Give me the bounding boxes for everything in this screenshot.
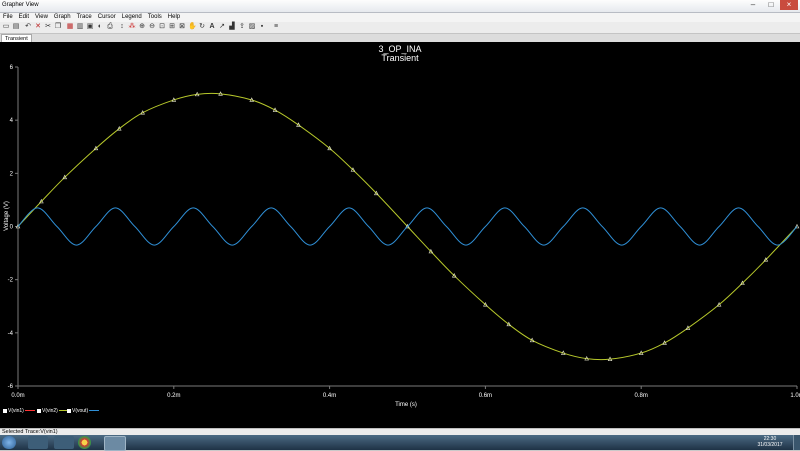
taskbar: 22:30 31/03/2017	[0, 435, 800, 451]
x-tick-label: 1.0m	[790, 393, 800, 399]
graph-subtitle: Transient	[381, 53, 419, 63]
checkbox-icon[interactable]	[37, 408, 41, 413]
maximize-button[interactable]: □	[762, 0, 780, 10]
zoom-fit-icon[interactable]: ⊞	[168, 23, 176, 31]
zoom-full-icon[interactable]: ⊠	[178, 23, 186, 31]
legend-label: V(vout)	[72, 408, 89, 414]
delete-icon[interactable]: ✕	[34, 23, 42, 31]
menu-trace[interactable]: Trace	[74, 13, 95, 22]
clock-date: 31/03/2017	[757, 442, 783, 448]
grapher-taskbar-icon[interactable]	[104, 436, 126, 451]
3d-icon[interactable]: ▟	[228, 23, 236, 31]
menu-legend[interactable]: Legend	[119, 13, 145, 22]
zoom-in-icon[interactable]: ⊕	[138, 23, 146, 31]
image-icon[interactable]: ▨	[248, 23, 256, 31]
minimize-button[interactable]: –	[744, 0, 762, 10]
tick-labels: 6 4 2 0 -2 -4 -6 0.0m 0.2m 0.4m 0.6m 0.8m 1.0m	[8, 65, 800, 399]
legend-swatch	[89, 410, 100, 412]
grid-toggle-icon[interactable]: ▥	[76, 23, 84, 31]
menu-edit[interactable]: Edit	[16, 13, 32, 22]
menu-file[interactable]: File	[0, 13, 16, 22]
legend-icon[interactable]: ▣	[86, 23, 94, 31]
legend-label: V(vin2)	[42, 408, 58, 414]
x-axis-label: Time (s)	[395, 402, 417, 408]
refresh-icon[interactable]: ↻	[198, 23, 206, 31]
menu-cursor[interactable]: Cursor	[95, 13, 119, 22]
toolbar: ▭ ▤ ↶ ✕ ✂ ❐ ▦ ▥ ▣ ◐ ⎙ ↕ ⁂ ⊕ ⊖ ⊡ ⊞ ⊠ ✋ ↻ …	[0, 22, 800, 34]
clock[interactable]: 22:30 31/03/2017	[750, 436, 790, 448]
tab-strip: Transient	[0, 34, 800, 43]
x-tick-label: 0.0m	[11, 393, 24, 399]
zoom-area-icon[interactable]: ⊡	[158, 23, 166, 31]
menu-graph[interactable]: Graph	[51, 13, 74, 22]
x-tick-label: 0.2m	[167, 393, 180, 399]
y-tick-label: 4	[10, 118, 14, 124]
y-tick-label: -6	[8, 384, 14, 390]
palette-icon[interactable]: ◐	[96, 23, 104, 31]
series-line-v-vout	[17, 207, 798, 246]
copy-icon[interactable]: ❐	[54, 23, 62, 31]
y-tick-label: 6	[10, 65, 14, 71]
cursor-icon[interactable]: ↕	[118, 23, 126, 31]
zoom-out-icon[interactable]: ⊖	[148, 23, 156, 31]
window-title: Grapher View	[2, 2, 39, 8]
text-icon[interactable]: A	[208, 23, 216, 31]
y-tick-label: -2	[8, 278, 14, 284]
title-bar: Grapher View – □ ×	[0, 0, 800, 13]
menu-help[interactable]: Help	[165, 13, 183, 22]
legend-swatch	[24, 410, 35, 412]
y-tick-label: 2	[10, 171, 14, 177]
menu-tools[interactable]: Tools	[145, 13, 165, 22]
legend-item-vin1[interactable]: V(vin1)	[3, 407, 35, 415]
transient-chart[interactable]: 3_OP_INA Transient 6420-2-4-60.0m 0.2m 0.4…	[0, 42, 800, 428]
legend-item-vout[interactable]: V(vout)	[67, 407, 100, 415]
x-tick-label: 0.8m	[635, 393, 648, 399]
save-icon[interactable]: ▪	[258, 23, 266, 31]
checkbox-icon[interactable]	[3, 408, 7, 413]
series-group	[15, 91, 800, 361]
menu-bar: File Edit View Graph Trace Cursor Legend Tools H…	[0, 13, 800, 22]
graph-area[interactable]: 3_OP_INA Transient 6 4 2 0 -2 -4 -6 0.0m 0.2m 0.4…	[0, 42, 800, 428]
start-icon[interactable]	[2, 436, 16, 449]
grid-icon[interactable]: ▦	[66, 23, 74, 31]
app-taskbar-icon[interactable]	[54, 436, 74, 449]
legend-label: V(vin1)	[8, 408, 24, 414]
explorer-taskbar-icon[interactable]	[28, 436, 48, 449]
export-icon[interactable]: ⇪	[238, 23, 246, 31]
chrome-icon[interactable]	[78, 436, 91, 449]
arrow-icon[interactable]: ↗	[218, 23, 226, 31]
open-icon[interactable]: ▤	[12, 23, 20, 31]
legend-item-vin2[interactable]: V(vin2)	[37, 407, 69, 415]
y-axis-label: Voltage (V)	[4, 201, 10, 231]
checkbox-icon[interactable]	[67, 408, 71, 413]
x-tick-label: 0.6m	[479, 393, 492, 399]
show-desktop-button[interactable]	[793, 435, 800, 450]
options-icon[interactable]: ≡	[272, 23, 280, 31]
print-icon[interactable]: ⎙	[106, 23, 114, 31]
new-icon[interactable]: ▭	[2, 23, 10, 31]
close-button[interactable]: ×	[780, 0, 798, 10]
y-tick-label: 0	[10, 225, 14, 231]
cut-icon[interactable]: ✂	[44, 23, 52, 31]
y-tick-label: -4	[8, 331, 14, 337]
pan-icon[interactable]: ✋	[188, 23, 197, 31]
menu-view[interactable]: View	[32, 13, 51, 22]
undo-icon[interactable]: ↶	[24, 23, 32, 31]
x-tick-label: 0.4m	[323, 393, 336, 399]
marker-icon[interactable]: ⁂	[128, 23, 136, 31]
